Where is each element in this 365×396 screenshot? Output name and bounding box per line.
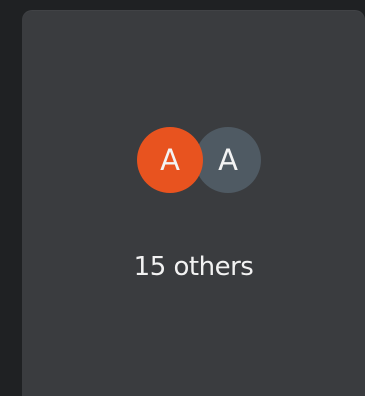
avatar-stack: A A xyxy=(137,127,267,193)
avatar: A xyxy=(195,127,261,193)
others-count-label: 15 others xyxy=(133,252,254,282)
participants-card[interactable] xyxy=(22,10,365,396)
avatar: A xyxy=(137,127,203,193)
screen: A A 15 others xyxy=(0,0,365,396)
